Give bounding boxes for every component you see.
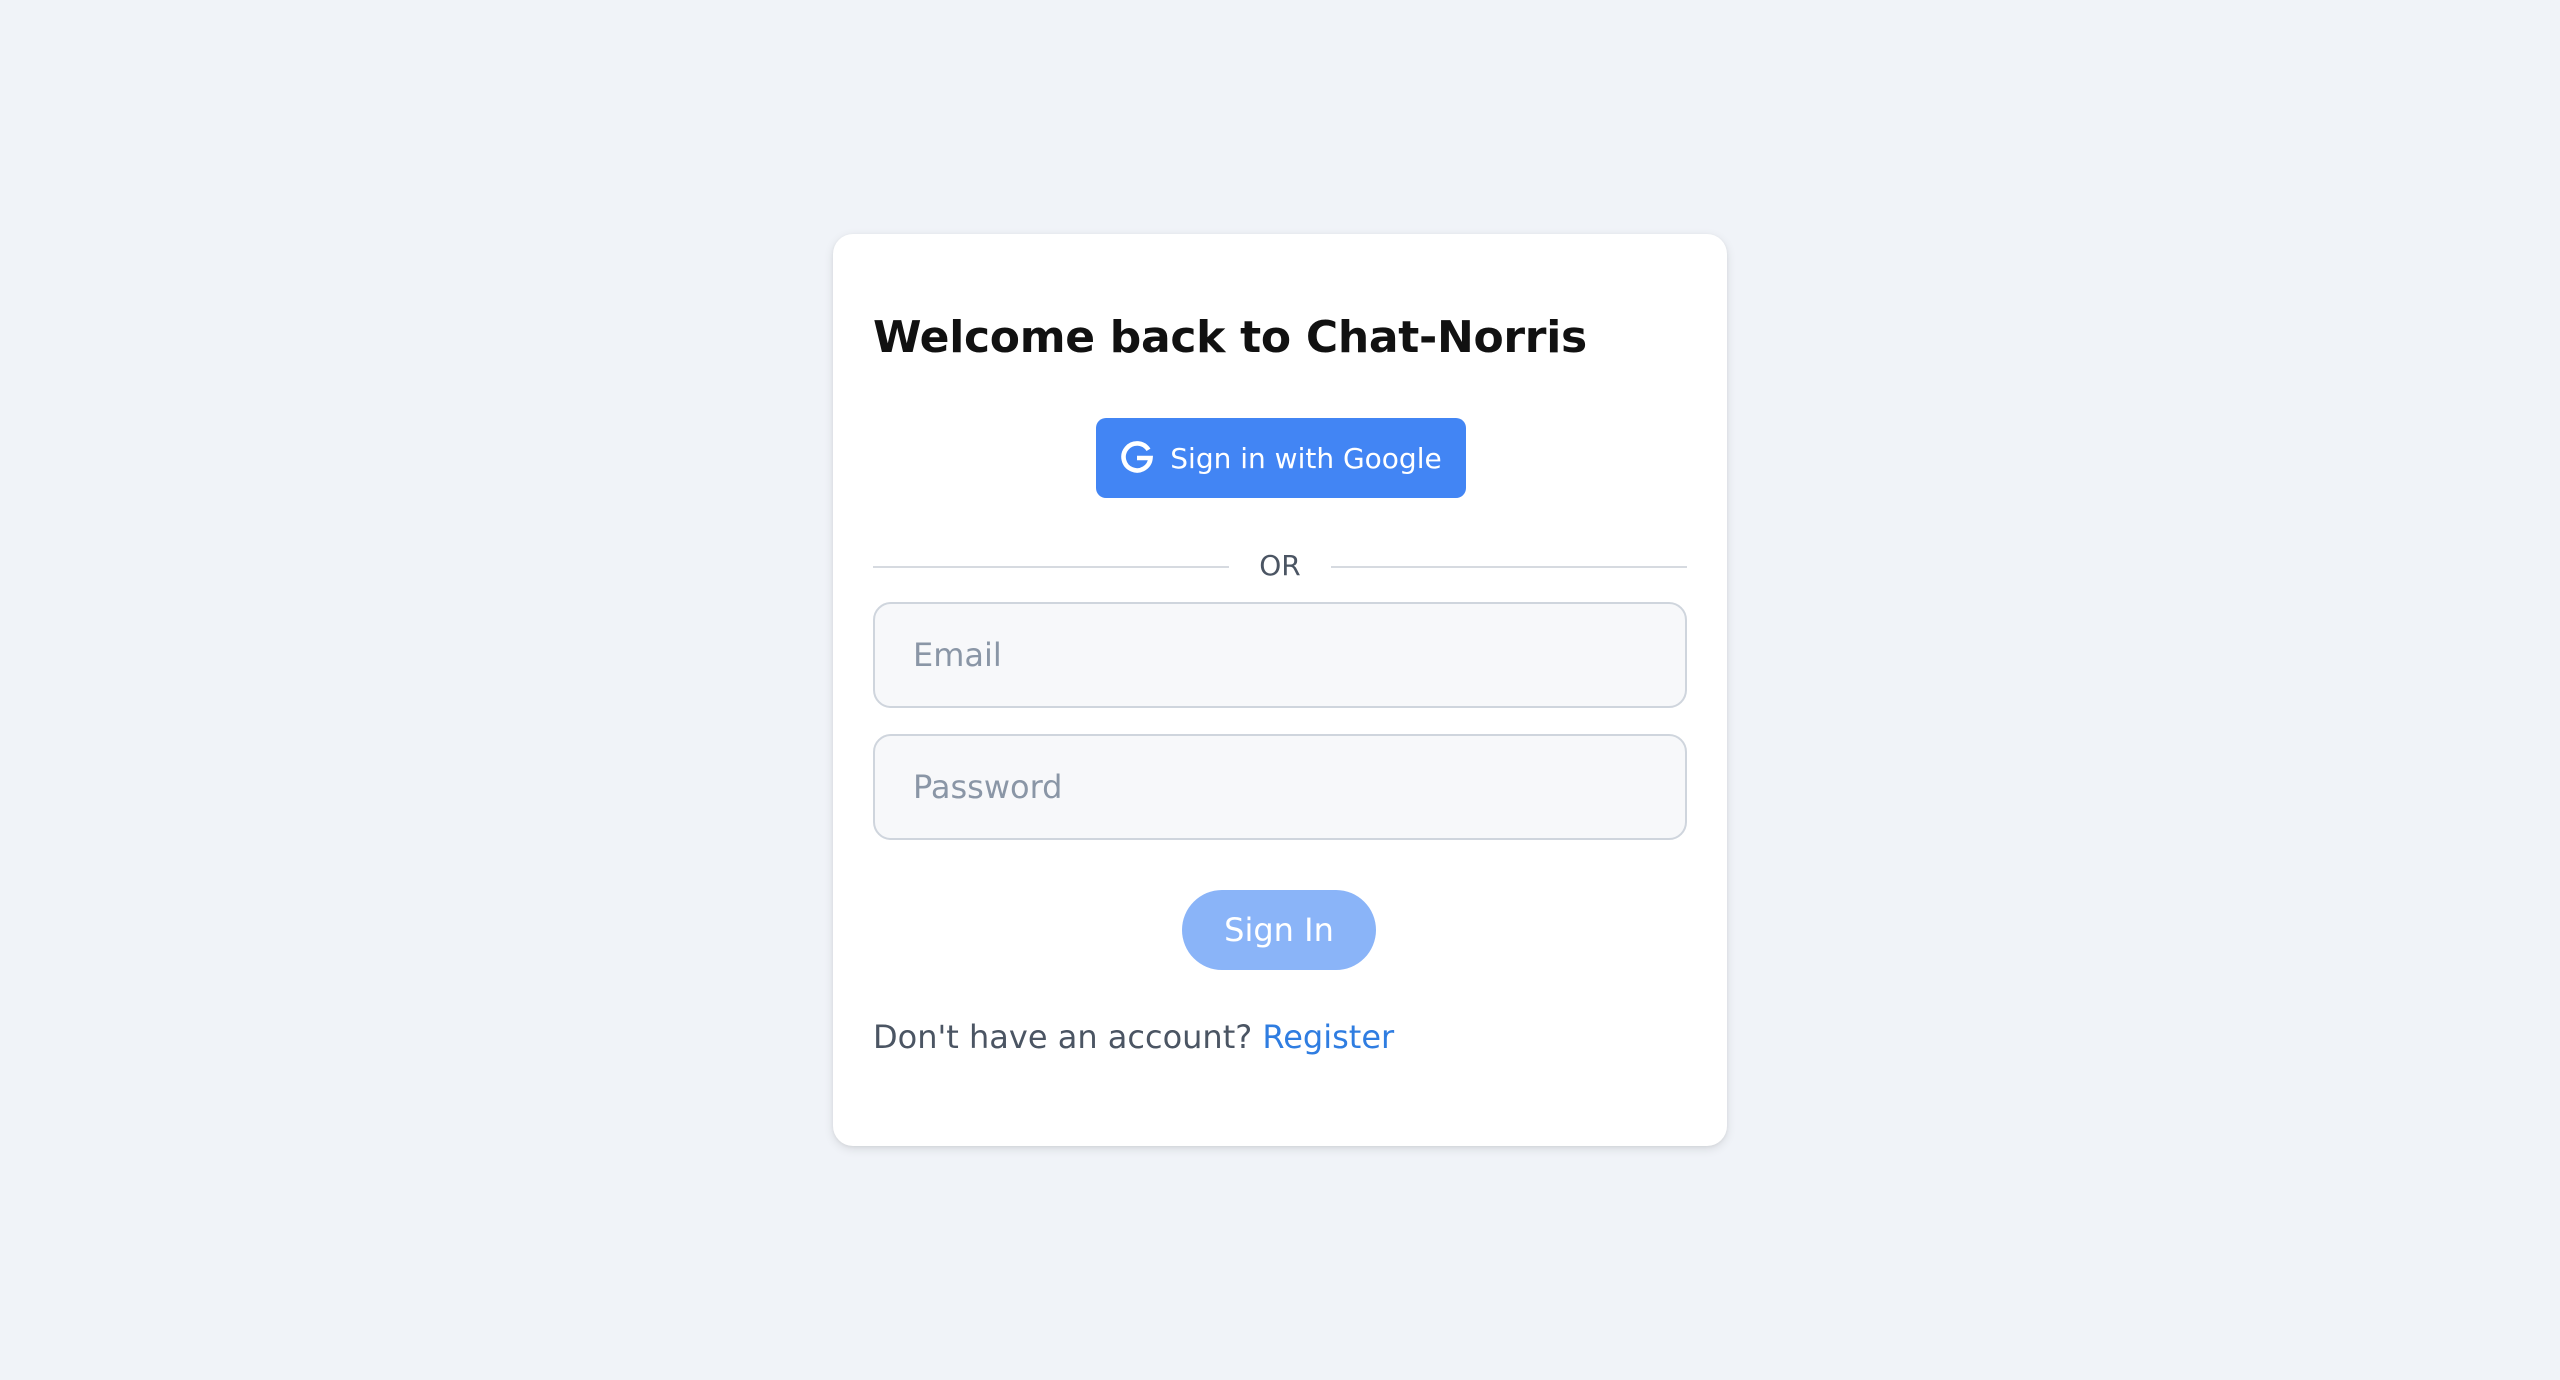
google-g-icon (1120, 441, 1154, 475)
login-card: Welcome back to Chat-Norris Sign in with… (833, 234, 1727, 1146)
no-account-text: Don't have an account? (873, 1018, 1253, 1056)
or-divider: OR (873, 550, 1687, 582)
divider-line-right (1331, 566, 1687, 568)
password-field[interactable] (873, 734, 1687, 840)
page-title: Welcome back to Chat-Norris (873, 312, 1587, 363)
google-signin-button[interactable]: Sign in with Google (1096, 418, 1466, 498)
email-field[interactable] (873, 602, 1687, 708)
register-link[interactable]: Register (1262, 1018, 1394, 1056)
sign-in-button[interactable]: Sign In (1182, 890, 1376, 970)
register-prompt: Don't have an account? Register (873, 1018, 1394, 1056)
google-signin-label: Sign in with Google (1170, 441, 1442, 475)
